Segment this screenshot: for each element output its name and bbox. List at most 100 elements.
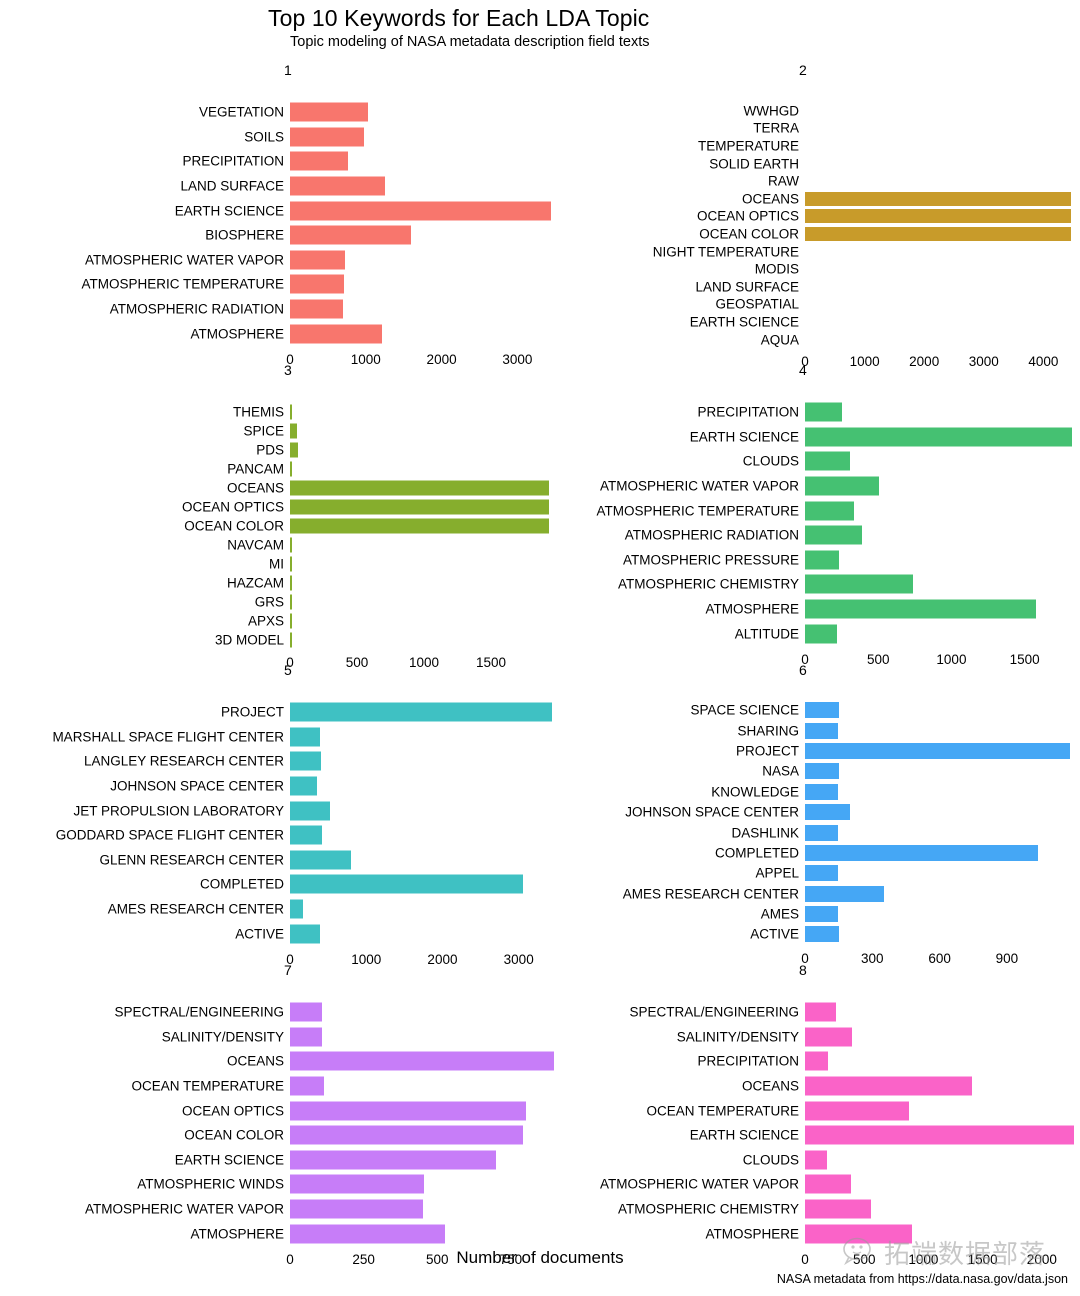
facet-strip-label: 1	[284, 62, 292, 78]
bar	[290, 274, 344, 294]
bar-row: OCEANS	[540, 1074, 1080, 1099]
bar-row: OCEAN OPTICS	[540, 208, 1080, 226]
category-label: HAZCAM	[227, 575, 284, 590]
bar	[805, 906, 839, 923]
page-title: Top 10 Keywords for Each LDA Topic	[268, 5, 650, 31]
category-label: ATMOSPHERE	[190, 1226, 284, 1242]
bar	[805, 1101, 910, 1121]
bar	[290, 250, 345, 270]
category-label: BIOSPHERE	[205, 227, 284, 243]
bar-row: LAND SURFACE	[0, 174, 540, 199]
bar-rows: SPECTRAL/ENGINEERING SALINITY/DENSITY PREC…	[540, 1000, 1080, 1246]
title-block: Top 10 Keywords for Each LDA Topic Topic…	[268, 4, 1028, 52]
bar-row: ATMOSPHERE	[540, 597, 1080, 622]
category-label: GEOSPATIAL	[715, 296, 799, 312]
bar-row: DASHLINK	[540, 822, 1080, 842]
category-label: ACTIVE	[750, 926, 799, 942]
category-label: GLENN RESEARCH CENTER	[99, 852, 284, 868]
bar-rows: WWHGD TERRA TEMPERATURE SOLID EARTH RAW OCEAN…	[540, 102, 1080, 348]
bar	[805, 783, 839, 800]
facet-panel-7: 7 SPECTRAL/ENGINEERING SALINITY/DENSITY OCE…	[0, 960, 554, 1267]
bar-row: 3D MODEL	[0, 630, 540, 649]
bar	[805, 926, 839, 943]
facet-strip-7: 7	[0, 960, 540, 980]
bar	[290, 1224, 445, 1244]
bar-row: ATMOSPHERIC WATER VAPOR	[540, 1172, 1080, 1197]
bar-row: SOLID EARTH	[540, 155, 1080, 173]
facet-panel-2: 2 WWHGD TERRA TEMPERATURE SOLID EARTH RAW OCEA…	[540, 60, 1080, 369]
bar	[290, 1027, 322, 1047]
category-label: SOLID EARTH	[709, 156, 799, 172]
category-label: OCEAN OPTICS	[696, 208, 799, 224]
bar-row: APPEL	[540, 863, 1080, 883]
bar	[290, 1174, 424, 1194]
bar-row: ATMOSPHERIC WATER VAPOR	[0, 248, 540, 273]
bar	[805, 885, 884, 902]
facet-panel-5: 5 PROJECT MARSHALL SPACE FLIGHT CENTER LANG…	[0, 660, 553, 967]
category-label: APPEL	[755, 865, 799, 881]
bar	[290, 801, 331, 821]
bar-row: GLENN RESEARCH CENTER	[0, 848, 540, 873]
facet-panel-grid: 1 VEGETATION SOILS PRECIPITATION LAND SURFAC…	[0, 60, 1080, 1267]
category-label: SPICE	[243, 423, 284, 438]
bar	[290, 176, 385, 196]
facet-strip-3: 3	[0, 360, 540, 380]
category-label: JET PROPULSION LABORATORY	[73, 803, 284, 819]
bar-row: SPECTRAL/ENGINEERING	[0, 1000, 540, 1025]
category-label: OCEAN COLOR	[184, 518, 284, 533]
bar-row: EARTH SCIENCE	[0, 1148, 540, 1173]
category-label: ATMOSPHERE	[705, 1226, 799, 1242]
bar	[805, 209, 1072, 224]
facet-panel-6: 6 SPACE SCIENCE SHARING PROJECT NASA KNOWLEDG…	[540, 660, 1080, 966]
category-label: EARTH SCIENCE	[689, 314, 799, 330]
bar	[290, 299, 344, 319]
category-label: SOILS	[244, 129, 284, 145]
bar	[290, 899, 304, 919]
figure-root: Top 10 Keywords for Each LDA Topic Topic…	[0, 0, 1080, 1296]
facet-strip-label: 2	[799, 62, 807, 78]
bar	[290, 225, 411, 245]
bar	[805, 804, 850, 821]
category-label: EARTH SCIENCE	[174, 1152, 284, 1168]
bar	[290, 727, 321, 747]
category-label: EARTH SCIENCE	[689, 429, 799, 445]
category-label: EARTH SCIENCE	[689, 1127, 799, 1143]
bar-row: TEMPERATURE	[540, 137, 1080, 155]
bar-row: CLOUDS	[540, 449, 1080, 474]
bar	[290, 404, 292, 419]
bar-rows: SPECTRAL/ENGINEERING SALINITY/DENSITY OCEA…	[0, 1000, 554, 1246]
bar-row: AMES	[540, 904, 1080, 924]
bar-row: ATMOSPHERIC RADIATION	[540, 523, 1080, 548]
bar-row: PROJECT	[0, 700, 553, 725]
bar	[805, 1027, 853, 1047]
category-label: ATMOSPHERIC RADIATION	[624, 527, 799, 543]
bar-row: ATMOSPHERE	[540, 1221, 1080, 1246]
category-label: MODIS	[754, 261, 799, 277]
bar-row: MODIS	[540, 260, 1080, 278]
category-label: APXS	[247, 613, 284, 628]
category-label: OCEANS	[741, 191, 799, 207]
bar	[805, 1002, 837, 1022]
category-label: OCEANS	[226, 480, 284, 495]
bar	[290, 1101, 526, 1121]
bar-row: PANCAM	[0, 459, 540, 478]
category-label: ATMOSPHERE	[705, 601, 799, 617]
category-label: AMES RESEARCH CENTER	[107, 901, 284, 917]
category-label: SPACE SCIENCE	[690, 702, 799, 718]
bar-row: JET PROPULSION LABORATORY	[0, 798, 540, 823]
bar	[805, 624, 838, 644]
bar-row: LANGLEY RESEARCH CENTER	[0, 749, 540, 774]
facet-panel-8: 8 SPECTRAL/ENGINEERING SALINITY/DENSITY PRE…	[540, 960, 1080, 1267]
category-label: 3D MODEL	[214, 632, 284, 647]
bar	[805, 763, 839, 780]
bar	[290, 499, 549, 514]
bar-row: ATMOSPHERIC TEMPERATURE	[540, 498, 1080, 523]
category-label: ATMOSPHERIC WATER VAPOR	[84, 252, 284, 268]
bar	[290, 324, 382, 344]
bar	[805, 501, 855, 521]
category-label: SHARING	[737, 723, 799, 739]
facet-strip-label: 4	[799, 362, 807, 378]
bar-row: AMES RESEARCH CENTER	[0, 897, 540, 922]
bar	[290, 594, 292, 609]
bar-row: MI	[0, 554, 540, 573]
